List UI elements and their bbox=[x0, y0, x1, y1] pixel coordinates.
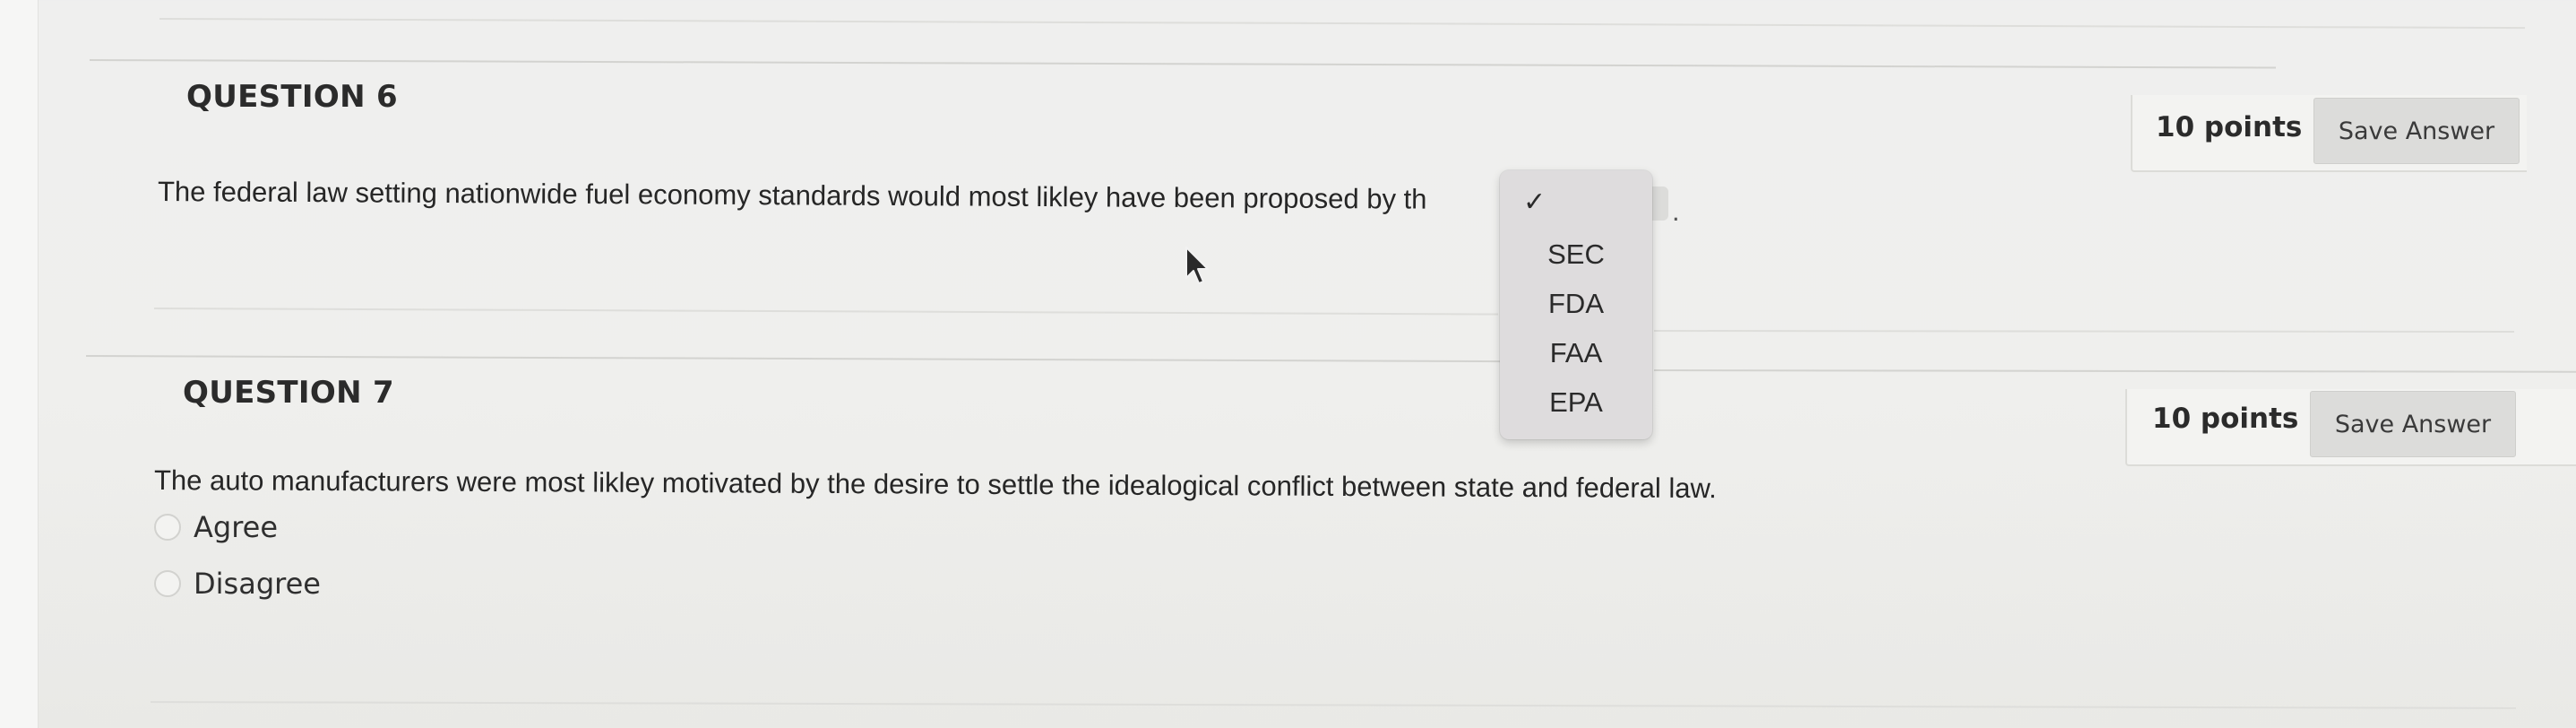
question-7-text: The auto manufacturers were most likley … bbox=[153, 464, 1717, 505]
separator bbox=[89, 59, 2276, 69]
dropdown-option-epa[interactable]: EPA bbox=[1500, 386, 1652, 419]
checkmark-icon: ✓ bbox=[1523, 186, 1546, 218]
radio-button-disagree[interactable] bbox=[154, 570, 181, 597]
radio-button-agree[interactable] bbox=[154, 514, 181, 541]
dropdown-option-sec[interactable]: SEC bbox=[1500, 238, 1652, 271]
quiz-page: QUESTION 6 10 points Save Answer The fed… bbox=[0, 0, 2576, 728]
separator bbox=[85, 355, 1502, 363]
option-agree[interactable]: Agree bbox=[154, 509, 278, 545]
mouse-pointer-icon bbox=[1185, 247, 1209, 284]
separator bbox=[153, 308, 1498, 316]
left-margin-strip bbox=[0, 0, 39, 728]
question-6-text: The federal law setting nationwide fuel … bbox=[157, 176, 1427, 215]
answer-select-edge[interactable] bbox=[1652, 186, 1668, 221]
separator bbox=[1653, 369, 2576, 373]
separator bbox=[1653, 330, 2515, 334]
question-6-period: . bbox=[1672, 195, 1680, 227]
question-6-points: 10 points bbox=[2156, 111, 2303, 143]
question-7-save-button[interactable]: Save Answer bbox=[2310, 391, 2516, 457]
question-7-title: QUESTION 7 bbox=[183, 375, 394, 411]
question-6-title: QUESTION 6 bbox=[186, 79, 398, 115]
answer-dropdown-menu[interactable]: ✓ SEC FDA FAA EPA bbox=[1500, 170, 1652, 439]
option-disagree[interactable]: Disagree bbox=[154, 566, 321, 602]
separator bbox=[159, 18, 2525, 30]
dropdown-option-fda[interactable]: FDA bbox=[1500, 288, 1652, 320]
question-6-save-button[interactable]: Save Answer bbox=[2313, 98, 2520, 164]
option-label-agree: Agree bbox=[194, 510, 279, 544]
option-label-disagree: Disagree bbox=[194, 567, 321, 601]
question-7-points: 10 points bbox=[2152, 403, 2299, 435]
dropdown-option-faa[interactable]: FAA bbox=[1500, 337, 1652, 369]
separator bbox=[150, 701, 2516, 709]
